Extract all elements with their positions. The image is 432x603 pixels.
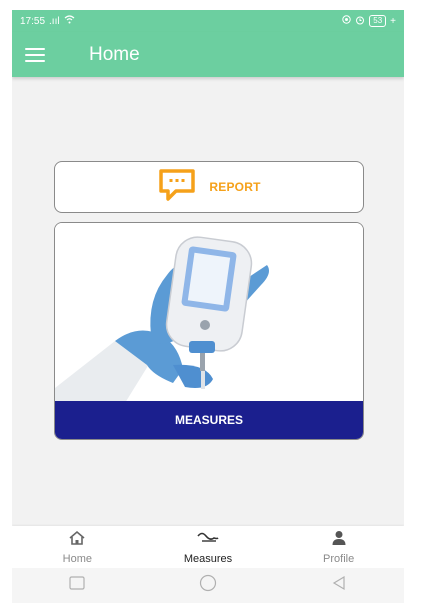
measures-band: MEASURES [55, 401, 363, 439]
glucose-meter-image [55, 223, 363, 403]
alarm-icon [355, 15, 365, 28]
circle-icon[interactable] [199, 574, 217, 597]
status-bar: 17:55 .ııl 53 + [12, 10, 404, 32]
status-left: 17:55 .ııl [20, 15, 75, 27]
app-screen: 17:55 .ııl 53 + Home REPORT MEASURES Hom… [12, 10, 404, 603]
bottom-navigation: Home Measures Profile [12, 526, 404, 568]
wifi-icon [64, 15, 75, 27]
status-time: 17:55 [20, 15, 46, 27]
chat-bubble-icon [157, 167, 197, 208]
measures-label: MEASURES [174, 413, 243, 427]
status-right: 53 + [342, 15, 396, 28]
location-icon [342, 15, 351, 27]
hamburger-menu-icon[interactable] [25, 47, 45, 62]
nav-home-label: Home [62, 552, 92, 565]
report-card[interactable]: REPORT [54, 161, 364, 213]
square-icon[interactable] [69, 576, 85, 595]
back-triangle-icon[interactable] [331, 575, 347, 596]
page-title: Home [89, 43, 140, 65]
system-navigation [12, 568, 404, 603]
wave-icon [197, 530, 219, 551]
app-bar: Home [12, 32, 404, 77]
nav-profile-label: Profile [323, 552, 355, 565]
home-icon [68, 530, 86, 551]
report-label: REPORT [209, 180, 261, 194]
nav-measures-label: Measures [183, 552, 233, 565]
battery-icon: 53 [369, 15, 387, 27]
nav-home[interactable]: Home [32, 530, 122, 565]
nav-measures[interactable]: Measures [163, 530, 253, 565]
person-icon [331, 530, 347, 551]
measures-card[interactable]: MEASURES [54, 222, 364, 440]
signal-icon: .ııl [49, 15, 60, 27]
charging-icon: + [390, 15, 396, 27]
nav-profile[interactable]: Profile [294, 530, 384, 565]
